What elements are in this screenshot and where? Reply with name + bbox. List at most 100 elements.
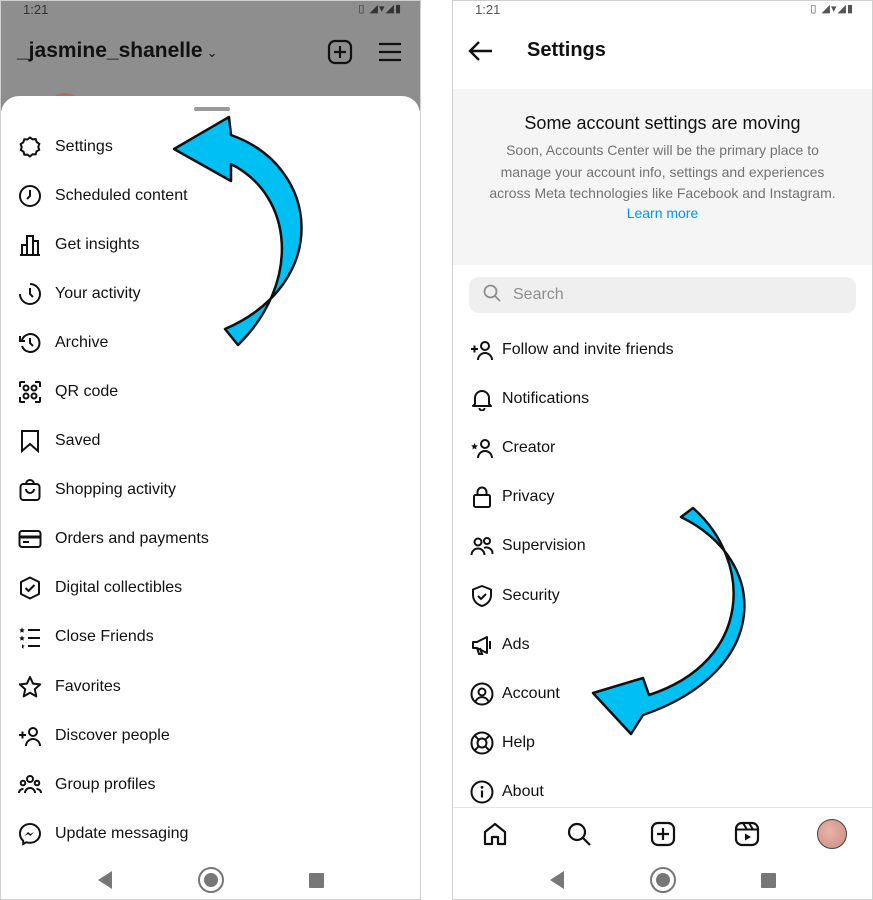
menu-item-label: Get insights xyxy=(55,235,140,253)
settings-item-label: About xyxy=(502,783,544,801)
settings-item-label: Follow and invite friends xyxy=(502,340,674,358)
menu-item-shopping-activity[interactable]: Shopping activity xyxy=(1,466,420,515)
add-person-icon xyxy=(17,723,43,749)
menu-item-label: Digital collectibles xyxy=(55,579,183,597)
nav-back-icon xyxy=(98,871,112,889)
menu-item-label: Your activity xyxy=(55,284,141,302)
clock-icon xyxy=(17,183,43,209)
bottom-sheet-menu: Settings Scheduled content Get insights … xyxy=(1,96,420,899)
settings-item-label: Security xyxy=(502,586,560,604)
search-tab-icon[interactable] xyxy=(565,820,593,848)
qr-code-icon xyxy=(17,379,43,405)
info-icon xyxy=(469,779,495,805)
android-nav-bar xyxy=(453,859,872,899)
hamburger-menu-icon[interactable] xyxy=(377,39,403,65)
learn-more-link[interactable]: Learn more xyxy=(481,205,844,221)
settings-icon xyxy=(17,134,43,160)
account-icon xyxy=(469,681,495,707)
accounts-center-notice: Some account settings are moving Soon, A… xyxy=(453,89,872,265)
status-time: 1:21 xyxy=(475,2,501,17)
menu-item-label: Saved xyxy=(55,432,101,450)
menu-item-label: Shopping activity xyxy=(55,481,176,499)
lifebuoy-icon xyxy=(469,730,495,756)
settings-item-follow-and-invite-friends[interactable]: Follow and invite friends xyxy=(453,325,872,374)
people-icon xyxy=(469,533,495,559)
nav-recents-icon xyxy=(309,873,324,888)
nav-recents-icon xyxy=(761,873,776,888)
menu-item-saved[interactable]: Saved xyxy=(1,417,420,466)
settings-item-label: Account xyxy=(502,684,560,702)
menu-item-label: Close Friends xyxy=(55,628,154,646)
settings-item-account[interactable]: Account xyxy=(453,669,872,718)
bar-chart-icon xyxy=(17,232,43,258)
menu-item-label: Orders and payments xyxy=(55,530,209,548)
bottom-tab-bar xyxy=(453,807,872,859)
create-post-icon[interactable] xyxy=(649,820,677,848)
shopping-bag-icon xyxy=(17,477,43,503)
search-input[interactable] xyxy=(513,286,813,304)
menu-item-label: QR code xyxy=(55,383,119,401)
shield-icon xyxy=(469,583,495,609)
lock-icon xyxy=(469,484,495,510)
home-icon[interactable] xyxy=(481,820,509,848)
menu-item-get-insights[interactable]: Get insights xyxy=(1,220,420,269)
settings-item-supervision[interactable]: Supervision xyxy=(453,522,872,571)
megaphone-icon xyxy=(469,632,495,658)
badge-check-icon xyxy=(17,575,43,601)
settings-search-field[interactable] xyxy=(469,277,856,313)
dimmed-profile-header: 1:21 ▯ ◢▾◢▮ _jasmine_shanelle ⌄ xyxy=(1,1,420,133)
settings-item-label: Ads xyxy=(502,635,530,653)
profile-avatar-tab[interactable] xyxy=(817,819,847,849)
status-time: 1:21 xyxy=(23,2,49,17)
chevron-down-icon: ⌄ xyxy=(206,45,218,60)
add-person-icon xyxy=(469,337,495,363)
menu-item-settings[interactable]: Settings xyxy=(1,122,420,171)
settings-item-ads[interactable]: Ads xyxy=(453,620,872,669)
settings-header: Settings xyxy=(453,23,872,79)
menu-item-label: Discover people xyxy=(55,726,170,744)
menu-item-label: Favorites xyxy=(55,677,121,695)
settings-item-creator[interactable]: Creator xyxy=(453,423,872,472)
menu-item-qr-code[interactable]: QR code xyxy=(1,367,420,416)
reels-icon[interactable] xyxy=(733,820,761,848)
activity-icon xyxy=(17,281,43,307)
status-bar: 1:21 ▯ ◢▾◢▮ xyxy=(453,1,872,19)
menu-list: Settings Scheduled content Get insights … xyxy=(1,122,420,858)
android-nav-bar xyxy=(1,859,420,899)
menu-item-close-friends[interactable]: Close Friends xyxy=(1,613,420,662)
username-switcher[interactable]: _jasmine_shanelle ⌄ xyxy=(17,39,218,63)
menu-item-favorites[interactable]: Favorites xyxy=(1,662,420,711)
back-arrow-icon[interactable] xyxy=(467,37,495,65)
settings-item-security[interactable]: Security xyxy=(453,571,872,620)
username: _jasmine_shanelle xyxy=(17,39,203,62)
menu-item-archive[interactable]: Archive xyxy=(1,318,420,367)
bookmark-icon xyxy=(17,428,43,454)
nav-back-icon xyxy=(550,871,564,889)
menu-item-orders-and-payments[interactable]: Orders and payments xyxy=(1,515,420,564)
menu-item-discover-people[interactable]: Discover people xyxy=(1,711,420,760)
menu-item-your-activity[interactable]: Your activity xyxy=(1,269,420,318)
settings-list: Follow and invite friends Notifications … xyxy=(453,325,872,817)
menu-item-label: Scheduled content xyxy=(55,186,188,204)
menu-item-digital-collectibles[interactable]: Digital collectibles xyxy=(1,564,420,613)
settings-item-label: Supervision xyxy=(502,537,586,555)
settings-item-label: Help xyxy=(502,734,535,752)
star-icon xyxy=(17,674,43,700)
settings-item-label: Notifications xyxy=(502,389,590,407)
settings-item-notifications[interactable]: Notifications xyxy=(453,374,872,423)
settings-item-help[interactable]: Help xyxy=(453,719,872,768)
menu-item-label: Archive xyxy=(55,333,109,351)
menu-item-scheduled-content[interactable]: Scheduled content xyxy=(1,171,420,220)
status-bar: 1:21 ▯ ◢▾◢▮ xyxy=(1,1,420,19)
menu-item-group-profiles[interactable]: Group profiles xyxy=(1,760,420,809)
settings-item-privacy[interactable]: Privacy xyxy=(453,473,872,522)
settings-item-label: Creator xyxy=(502,438,556,456)
nav-home-icon xyxy=(650,867,676,893)
archive-icon xyxy=(17,330,43,356)
menu-item-update-messaging[interactable]: Update messaging xyxy=(1,809,420,858)
create-plus-icon[interactable] xyxy=(327,39,353,65)
sheet-drag-handle[interactable] xyxy=(194,107,230,111)
page-title: Settings xyxy=(527,39,606,61)
notice-title: Some account settings are moving xyxy=(524,113,801,133)
bell-icon xyxy=(469,386,495,412)
